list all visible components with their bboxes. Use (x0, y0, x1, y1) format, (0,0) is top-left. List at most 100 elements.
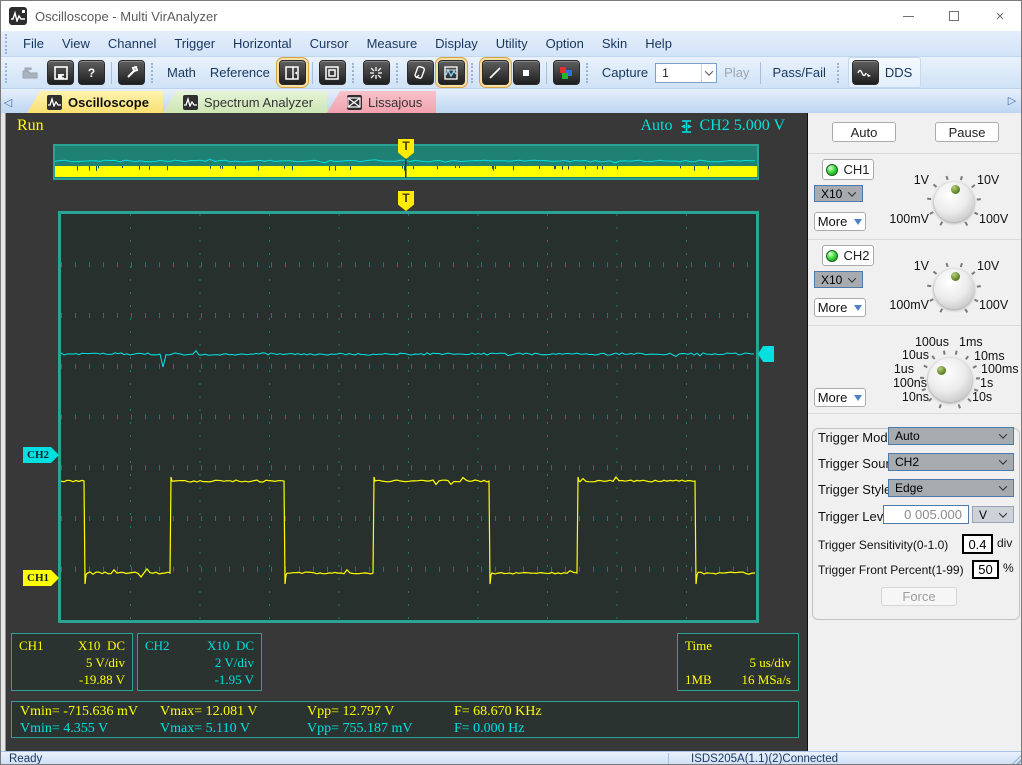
dropdown-arrow-icon (854, 304, 863, 311)
menu-item-skin[interactable]: Skin (593, 33, 636, 54)
more-label: More (817, 214, 848, 229)
resize-grip[interactable] (1011, 755, 1021, 764)
color-palette-icon[interactable] (552, 60, 580, 85)
left-splitter[interactable] (1, 113, 6, 751)
tab-lissajous[interactable]: Lissajous (327, 91, 437, 113)
ch2-probe: X10 (207, 638, 230, 653)
trigger-mode-select[interactable]: Auto (888, 427, 1014, 445)
menu-item-view[interactable]: View (53, 33, 99, 54)
reference-button[interactable]: Reference (203, 65, 277, 80)
waveform-plot[interactable] (58, 211, 759, 623)
knob-tick (964, 308, 969, 313)
ch1-coupling: DC (106, 638, 125, 653)
maximize-button[interactable] (931, 1, 977, 31)
trigger-sensitivity-input[interactable] (962, 534, 993, 554)
passfail-button[interactable]: Pass/Fail (765, 65, 832, 80)
ch2-position-flag[interactable]: CH2 (23, 447, 59, 463)
trigger-readout: CH2 5.000 V (699, 117, 786, 134)
menu-item-option[interactable]: Option (537, 33, 593, 54)
tools-icon[interactable] (118, 60, 145, 85)
trigger-position-tag[interactable]: T (398, 191, 414, 211)
play-button[interactable]: Play (717, 65, 756, 80)
trigger-front-input[interactable] (972, 560, 999, 579)
knob-tick (942, 350, 946, 355)
dropdown-arrow-icon (854, 394, 863, 401)
trigger-section: Trigger Mode Auto Trigger Source CH2 Tri… (808, 413, 1021, 751)
ch1-probe: X10 (78, 638, 101, 653)
panel-toggle-icon[interactable] (278, 60, 306, 85)
menu-item-measure[interactable]: Measure (358, 33, 427, 54)
auto-center-icon[interactable] (362, 60, 390, 85)
spectrum-tab-icon (182, 94, 198, 110)
ch2-enable-button[interactable]: CH2 (822, 245, 874, 266)
ch2-volts-knob[interactable] (927, 262, 981, 313)
trigger-source-value: CH2 (895, 455, 920, 469)
pause-button[interactable]: Pause (935, 122, 999, 142)
knob-tick (931, 355, 935, 360)
minimize-button[interactable] (885, 1, 931, 31)
dds-button[interactable]: DDS (847, 57, 922, 88)
ch2-probe-value: X10 (821, 272, 843, 287)
menu-item-horizontal[interactable]: Horizontal (224, 33, 301, 54)
knob-label-100us: 100us (914, 335, 949, 349)
trigger-style-select[interactable]: Edge (888, 479, 1014, 497)
probe-icon[interactable] (406, 60, 434, 85)
auto-button[interactable]: Auto (832, 122, 896, 142)
knob-label-100V: 100V (979, 212, 1009, 226)
trigger-level-input[interactable] (883, 505, 969, 524)
trigger-level-unit-select[interactable]: V (972, 506, 1014, 523)
ch1-probe-select[interactable]: X10 (814, 185, 863, 202)
run-control-section: Auto Pause (808, 113, 1021, 153)
menu-item-channel[interactable]: Channel (99, 33, 165, 54)
ch1-more-button[interactable]: More (814, 212, 866, 231)
toolbar-grip (470, 62, 476, 83)
menu-item-help[interactable]: Help (636, 33, 681, 54)
menu-item-cursor[interactable]: Cursor (301, 33, 358, 54)
chevron-down-icon (998, 508, 1008, 518)
knob-tick (932, 271, 937, 275)
menu-item-file[interactable]: File (14, 33, 53, 54)
knob-label-10us: 10us (901, 348, 929, 362)
tab-oscilloscope[interactable]: Oscilloscope (27, 91, 163, 113)
memory-depth: 1MB (685, 672, 712, 687)
chevron-down-icon (998, 482, 1008, 491)
ch2-button-label: CH2 (843, 248, 870, 263)
capture-count-select[interactable]: 1 (655, 62, 718, 83)
ch2-probe-select[interactable]: X10 (814, 271, 863, 288)
chevron-down-icon[interactable] (701, 63, 716, 82)
menu-item-trigger[interactable]: Trigger (165, 33, 224, 54)
ch1-volts-knob[interactable] (927, 175, 981, 226)
knob-tick (974, 298, 979, 302)
timebase-knob[interactable] (920, 350, 980, 409)
toolbar-grip (5, 62, 10, 83)
math-button[interactable]: Math (160, 65, 203, 80)
waveform-display-icon[interactable] (437, 60, 465, 85)
ch2-level-marker[interactable] (758, 346, 774, 362)
ch1-position-flag[interactable]: CH1 (23, 570, 59, 586)
tab-scroll-right-icon[interactable]: ▷ (1005, 91, 1019, 109)
window-title: Oscilloscope - Multi VirAnalyzer (35, 8, 218, 24)
tab-label: Oscilloscope (68, 94, 149, 110)
display-window-icon[interactable] (318, 60, 346, 85)
trigger-source-select[interactable]: CH2 (888, 453, 1014, 471)
knob-tick (971, 271, 976, 275)
line-style-icon[interactable] (481, 60, 509, 85)
force-button[interactable]: Force (881, 587, 957, 606)
save-icon[interactable] (47, 60, 74, 85)
knob-tick (945, 175, 949, 181)
help-icon[interactable]: ? (78, 60, 105, 85)
knob-tick (939, 308, 944, 313)
tab-scroll-left-icon[interactable]: ◁ (1, 93, 15, 111)
timebase-more-button[interactable]: More (814, 388, 866, 407)
ch1-enable-button[interactable]: CH1 (822, 159, 874, 180)
chevron-down-icon (998, 456, 1008, 465)
ch2-more-button[interactable]: More (814, 298, 866, 317)
tab-spectrum-analyzer[interactable]: Spectrum Analyzer (162, 91, 328, 113)
open-icon[interactable] (16, 60, 43, 85)
menu-item-display[interactable]: Display (426, 33, 487, 54)
toolbar-grip (351, 62, 357, 83)
toolbar: ? Math Reference Capture 1 Play Pass/Fai… (1, 57, 1021, 89)
dot-style-icon[interactable] (512, 60, 540, 85)
close-button[interactable]: × (977, 1, 1021, 31)
menu-item-utility[interactable]: Utility (487, 33, 537, 54)
